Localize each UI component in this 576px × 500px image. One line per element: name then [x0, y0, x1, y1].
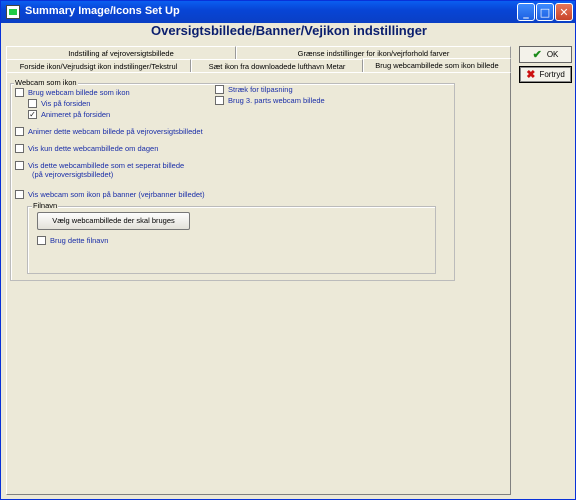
checkbox-label: Brug 3. parts webcam billede [228, 96, 325, 105]
use-as-icon-checkbox[interactable]: Brug webcam billede som ikon [15, 88, 130, 97]
choose-webcam-image-button[interactable]: Vælg webcambillede der skal bruges [37, 212, 190, 230]
checkbox-label: Animeret på forsiden [41, 110, 111, 119]
show-on-front-checkbox[interactable]: Vis på forsiden [28, 99, 90, 108]
checkbox-box[interactable] [28, 99, 37, 108]
checkbox-box[interactable] [15, 190, 24, 199]
maximize-button[interactable]: □ [536, 3, 554, 21]
daytime-only-checkbox[interactable]: Vis kun dette webcambillede om dagen [15, 144, 158, 153]
animated-on-front-checkbox[interactable]: ✓ Animeret på forsiden [28, 110, 110, 119]
check-mark-icon[interactable]: ✓ [28, 110, 37, 119]
fortryd-button[interactable]: ✖ Fortryd [519, 66, 572, 83]
tab-forside-ikon[interactable]: Forside ikon/Vejrudsigt ikon indstilinge… [6, 59, 191, 72]
app-icon [6, 5, 20, 19]
filename-group-legend: Filnavn [32, 201, 59, 210]
ok-button[interactable]: ✔ OK [519, 46, 572, 63]
checkbox-label: Vis på forsiden [41, 99, 91, 108]
checkbox-box[interactable] [215, 96, 224, 105]
show-on-banner-checkbox[interactable]: Vis webcam som ikon på banner (vejrbanne… [15, 190, 205, 199]
close-button[interactable]: ✕ [555, 3, 573, 21]
checkbox-label: Animer dette webcam billede på vejrovers… [28, 127, 203, 136]
tab-saet-ikon-metar[interactable]: Sæt ikon fra downloadede lufthavn Metar [191, 59, 363, 72]
third-party-checkbox[interactable]: Brug 3. parts webcam billede [215, 96, 325, 105]
checkbox-box[interactable] [215, 85, 224, 94]
minimize-button[interactable]: _ [517, 3, 535, 21]
separate-image-line2: (på vejroversigtsbilledet) [32, 170, 114, 179]
fortryd-label: Fortryd [539, 70, 565, 79]
checkbox-label: Stræk for tilpasning [228, 85, 293, 94]
title-bar[interactable]: Summary Image/Icons Set Up _ □ ✕ [1, 1, 575, 23]
x-icon: ✖ [526, 69, 536, 81]
separate-image-line1: Vis dette webcambillede som et seperat b… [28, 161, 185, 170]
main-window: Summary Image/Icons Set Up _ □ ✕ Oversig… [0, 0, 576, 500]
checkbox-box[interactable] [15, 127, 24, 136]
checkbox-label: Brug webcam billede som ikon [28, 88, 130, 97]
checkbox-box[interactable] [37, 236, 46, 245]
tab-webcam-ikon[interactable]: Brug webcambillede som ikon billede [363, 58, 511, 73]
checkbox-box[interactable] [15, 161, 24, 170]
use-filename-checkbox[interactable]: Brug dette filnavn [37, 236, 108, 245]
page-heading: Oversigtsbillede/Banner/Vejikon indstill… [151, 23, 427, 38]
stretch-checkbox[interactable]: Stræk for tilpasning [215, 85, 293, 94]
animate-on-overview-checkbox[interactable]: Animer dette webcam billede på vejrovers… [15, 127, 203, 136]
ok-label: OK [546, 50, 559, 59]
tab-vejroversigtsbillede[interactable]: Indstilling af vejroversigtsbillede [6, 46, 236, 59]
checkbox-label: Vis dette webcambillede som et seperat b… [28, 161, 184, 179]
checkbox-label: Vis webcam som ikon på banner (vejrbanne… [28, 190, 205, 199]
checkbox-label: Brug dette filnavn [50, 236, 109, 245]
window-title: Summary Image/Icons Set Up [25, 5, 180, 17]
webcam-group-legend: Webcam som ikon [14, 78, 78, 87]
separate-image-checkbox[interactable]: Vis dette webcambillede som et seperat b… [15, 161, 184, 179]
checkbox-box[interactable] [15, 144, 24, 153]
checkbox-label: Vis kun dette webcambillede om dagen [28, 144, 159, 153]
checkbox-box[interactable] [15, 88, 24, 97]
check-icon: ✔ [532, 49, 542, 61]
